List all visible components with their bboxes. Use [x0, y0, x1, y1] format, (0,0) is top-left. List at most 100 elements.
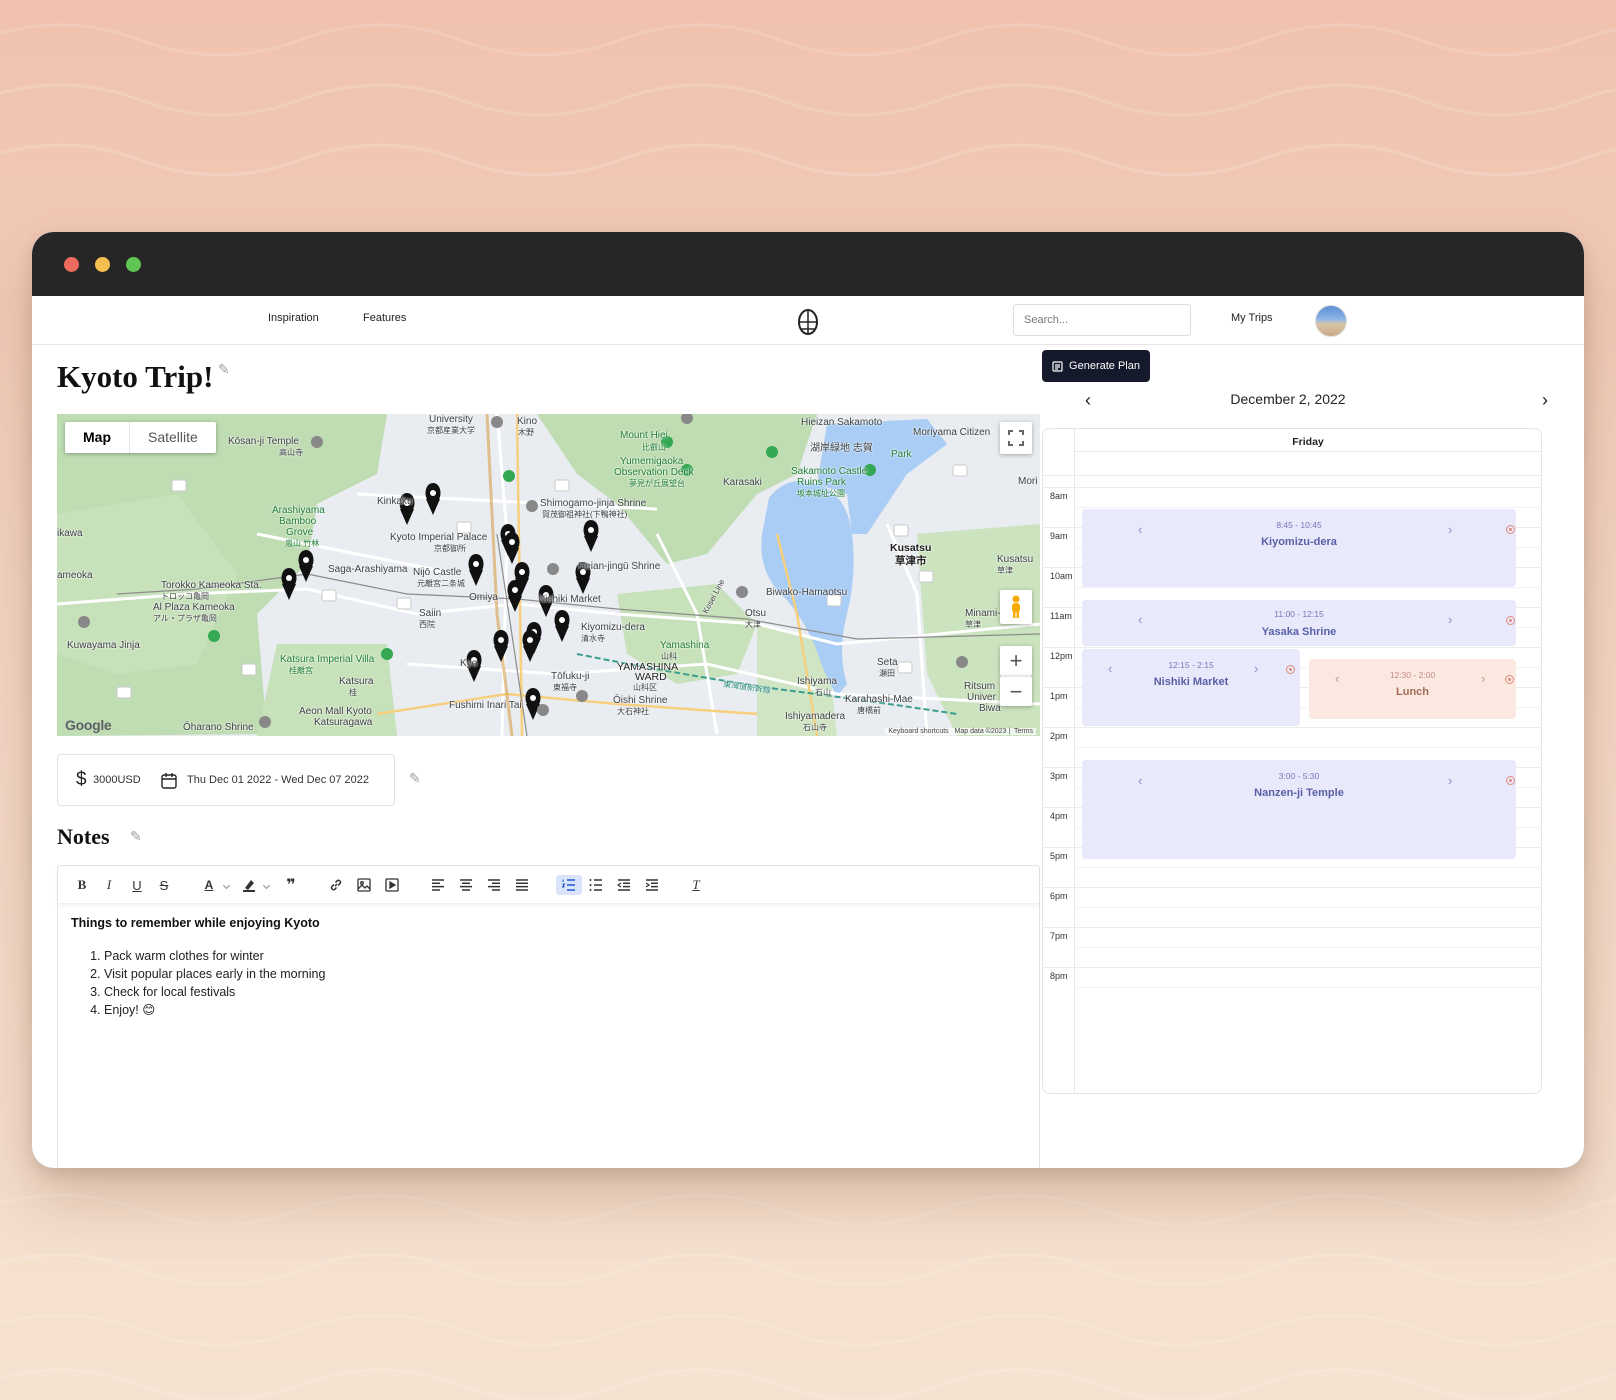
indent-icon[interactable] [641, 875, 663, 895]
event-remove-icon[interactable] [1286, 665, 1295, 674]
map-label: Fushimi Inari Tai [449, 700, 522, 711]
map-label: University [429, 414, 473, 425]
keyboard-shortcuts-link[interactable]: Keyboard shortcuts [888, 728, 948, 735]
strikethrough-icon[interactable]: S [153, 875, 175, 895]
zoom-in-icon[interactable]: + [1000, 646, 1032, 676]
event-next-chevron-icon[interactable]: › [1448, 522, 1452, 537]
notes-heading: Things to remember while enjoying Kyoto [71, 916, 320, 930]
map-label: Katsura Imperial Villa [280, 654, 375, 665]
highlight-icon[interactable] [238, 875, 260, 895]
terms-link[interactable]: Terms [1014, 728, 1033, 735]
close-window-button[interactable] [64, 257, 79, 272]
event-remove-icon[interactable] [1506, 616, 1515, 625]
maximize-window-button[interactable] [126, 257, 141, 272]
map-label: 桂離宮 [289, 666, 313, 675]
budget-value: 3000USD [93, 774, 141, 786]
street-view-pegman-icon[interactable] [1000, 590, 1032, 624]
map-label: 湖岸緑地 志賀 [810, 443, 873, 454]
underline-icon[interactable]: U [126, 875, 148, 895]
event-next-chevron-icon[interactable]: › [1448, 612, 1452, 627]
map-label: Univer [967, 692, 996, 703]
text-color-icon[interactable]: A [198, 875, 220, 895]
nav-link-inspiration[interactable]: Inspiration [268, 312, 319, 324]
event-next-chevron-icon[interactable]: › [1448, 773, 1452, 788]
day-calendar: Friday 8am 9am 10am 11am 12pm 1pm 2pm 3pm 4pm 5pm… [1042, 428, 1542, 1094]
bullet-list-icon[interactable] [585, 875, 607, 895]
edit-title-pencil-icon[interactable]: ✎ [218, 361, 230, 378]
map-label: 比叡山 [642, 443, 666, 452]
map-label: 大石神社 [617, 707, 649, 716]
map-label: 石山寺 [803, 723, 827, 732]
map-label: 石山 [815, 688, 831, 697]
bold-icon[interactable]: B [71, 875, 93, 895]
notes-editor[interactable]: B I U S A ❞ T Things to remember while e… [57, 865, 1040, 1168]
italic-icon[interactable]: I [98, 875, 120, 895]
search-input[interactable] [1013, 304, 1191, 336]
map-label: 坂本城址公園 [797, 489, 845, 498]
nav-link-my-trips[interactable]: My Trips [1231, 312, 1273, 324]
video-icon[interactable] [381, 875, 403, 895]
hour-line [1043, 967, 1541, 968]
edit-notes-pencil-icon[interactable]: ✎ [130, 828, 142, 845]
event-card[interactable]: ‹ 12:30 - 2:00 Lunch › [1309, 659, 1516, 719]
generate-plan-button[interactable]: Generate Plan [1042, 350, 1150, 382]
event-next-chevron-icon[interactable]: › [1254, 661, 1258, 676]
nav-link-features[interactable]: Features [363, 312, 406, 324]
align-left-icon[interactable] [427, 875, 449, 895]
zoom-out-icon[interactable]: − [1000, 676, 1032, 706]
event-card[interactable]: ‹ 3:00 - 5:30 Nanzen-ji Temple › [1082, 760, 1516, 859]
map-label: Saga-Arashiyama [328, 564, 408, 575]
map-label: 元離宮二条城 [417, 579, 465, 588]
map-label: Ōharano Shrine [183, 722, 254, 733]
event-card[interactable]: ‹ 11:00 - 12:15 Yasaka Shrine › [1082, 600, 1516, 646]
outdent-icon[interactable] [613, 875, 635, 895]
map-label: Torokko Kameoka Sta. [161, 580, 262, 591]
event-remove-icon[interactable] [1506, 776, 1515, 785]
align-right-icon[interactable] [483, 875, 505, 895]
edit-info-pencil-icon[interactable]: ✎ [409, 770, 421, 787]
map-label: Nijō Castle [413, 567, 462, 578]
map-label: Shimogamo-jinja Shrine [540, 498, 647, 509]
half-hour-line [1075, 507, 1541, 508]
map-label: Biwa [979, 703, 1001, 714]
event-remove-icon[interactable] [1506, 525, 1515, 534]
align-center-icon[interactable] [455, 875, 477, 895]
fullscreen-icon[interactable] [1000, 422, 1032, 454]
event-remove-icon[interactable] [1505, 675, 1514, 684]
event-next-chevron-icon[interactable]: › [1481, 671, 1485, 686]
map-label: Ōishi Shrine [613, 695, 668, 706]
map-label: Kyoto Imperial Palace [390, 532, 488, 543]
map-tab-satellite[interactable]: Satellite [129, 422, 216, 453]
window-titlebar [32, 232, 1584, 296]
hour-line [1043, 727, 1541, 728]
map-tab-map[interactable]: Map [65, 422, 129, 453]
image-icon[interactable] [353, 875, 375, 895]
blockquote-icon[interactable]: ❞ [280, 875, 302, 895]
event-card[interactable]: ‹ 12:15 - 2:15 Nishiki Market › [1082, 649, 1300, 726]
align-justify-icon[interactable] [511, 875, 533, 895]
map-label: Grove [286, 527, 314, 538]
map-label: Yumemigaoka [620, 456, 684, 467]
clear-format-icon[interactable]: T [685, 875, 707, 895]
day-header: Friday [1292, 436, 1324, 448]
link-icon[interactable] [325, 875, 347, 895]
next-day-chevron-icon[interactable]: › [1542, 390, 1548, 411]
map-label: Kyo [460, 658, 478, 669]
map-label: Kusatsu [997, 554, 1034, 565]
minimize-window-button[interactable] [95, 257, 110, 272]
app-logo-icon[interactable] [795, 307, 821, 337]
ordered-list-icon[interactable] [556, 875, 582, 895]
hour-line [1043, 647, 1541, 648]
map-label: Moriyama Citizen [913, 427, 991, 438]
map-label: 唐橋前 [857, 706, 881, 715]
map-label: 瀬田 [879, 669, 895, 678]
event-name: Lunch [1396, 686, 1429, 698]
user-avatar[interactable] [1315, 305, 1347, 337]
trip-map[interactable]: Kōsan-ji Temple 高山寺 University 京都産業大学 Ki… [57, 414, 1040, 736]
hour-label: 3pm [1050, 771, 1068, 781]
event-card[interactable]: ‹ 8:45 - 10:45 Kiyomizu-dera › [1082, 509, 1516, 587]
hour-label: 9am [1050, 531, 1068, 541]
list-item: Visit popular places early in the mornin… [104, 965, 325, 983]
allday-line [1043, 475, 1541, 476]
map-label: Arashiyama [272, 505, 325, 516]
